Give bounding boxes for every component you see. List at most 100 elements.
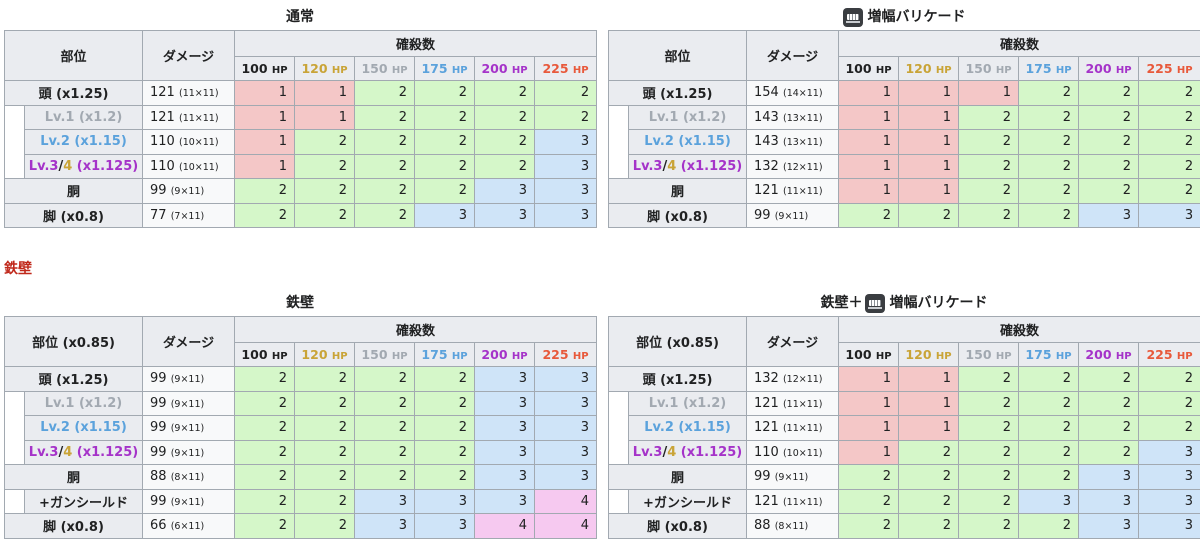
part-lv1: Lv.1 (x1.2) <box>627 104 748 130</box>
kill-cell: 3 <box>1018 488 1079 514</box>
header-row: 部位 ダメージ 確殺数 <box>3 30 598 81</box>
kill-cell: 2 <box>294 488 355 514</box>
kill-cell: 2 <box>1018 104 1080 130</box>
kill-cell: 3 <box>474 415 535 441</box>
kill-cell: 3 <box>533 415 598 441</box>
kill-cell: 2 <box>898 439 959 465</box>
kill-cell: 3 <box>534 153 598 179</box>
kill-cell: 3 <box>1137 439 1200 465</box>
kill-cell: 2 <box>294 390 355 416</box>
indent-spacer <box>608 488 629 514</box>
table-row: 頭 (x1.25) 154 (14×11) 1 1 1 2 2 2 <box>607 80 1200 106</box>
kill-cell: 3 <box>534 129 598 155</box>
hp-225-header: 225 HP <box>1138 56 1200 81</box>
kill-cell: 2 <box>354 415 415 441</box>
table-row: +ガンシールド 121 (11×11) 2 2 2 3 3 3 <box>608 488 1200 514</box>
damage-cell: 132 (12×11) <box>746 153 840 179</box>
hp-175-header: 175 HP <box>414 56 476 81</box>
kill-cell: 2 <box>838 202 900 228</box>
part-leg: 脚 (x0.8) <box>4 513 143 539</box>
kill-cell: 2 <box>958 366 1019 392</box>
kill-cell: 2 <box>354 178 416 204</box>
kill-cell: 1 <box>958 80 1020 106</box>
kill-cell: 3 <box>414 513 475 539</box>
damage-cell: 99 (9×11) <box>746 202 840 228</box>
kill-cell: 2 <box>958 390 1019 416</box>
hp-175-header: 175 HP <box>414 342 475 367</box>
hp-175-header: 175 HP <box>1018 56 1080 81</box>
table-row: 脚 (x0.8) 66 (6×11) 2 2 3 3 4 4 <box>4 513 598 539</box>
kill-cell: 2 <box>898 488 959 514</box>
kill-cell: 1 <box>234 153 296 179</box>
damage-cell: 88 (8×11) <box>142 464 235 490</box>
part-header: 部位 <box>3 30 144 81</box>
kill-cell: 2 <box>294 366 355 392</box>
hp-200-header: 200 HP <box>474 56 536 81</box>
part-lv3: Lv.3/4 (x1.125) <box>23 153 144 179</box>
kill-cell: 3 <box>354 488 415 514</box>
kill-cell: 3 <box>1078 488 1139 514</box>
kill-cell: 2 <box>294 415 355 441</box>
kill-cell: 2 <box>534 80 598 106</box>
kill-cell: 2 <box>958 415 1019 441</box>
damage-cell: 110 (10×11) <box>746 439 839 465</box>
kill-cell: 2 <box>234 366 295 392</box>
damage-cell: 143 (13×11) <box>746 129 840 155</box>
kill-cell: 2 <box>234 390 295 416</box>
caption-text: 通常 <box>286 9 314 25</box>
kill-cell: 1 <box>838 415 899 441</box>
kill-cell: 2 <box>1078 80 1140 106</box>
kill-cell: 2 <box>354 464 415 490</box>
table-tekiheki-amped-barricade: 鉄壁＋ 増幅バリケード 部位 (x0.85) ダメージ 確殺数 100 HP 1… <box>608 290 1200 539</box>
kill-cell: 2 <box>958 439 1019 465</box>
kill-cell: 1 <box>898 415 959 441</box>
kill-cell: 2 <box>294 439 355 465</box>
part-header: 部位 (x0.85) <box>608 316 747 367</box>
kill-cell: 2 <box>474 80 536 106</box>
kill-cell: 2 <box>294 202 356 228</box>
damage-header: ダメージ <box>746 30 840 81</box>
indent-spacer <box>4 104 25 179</box>
kill-cell: 2 <box>958 464 1019 490</box>
kill-cell: 2 <box>414 390 475 416</box>
table-row: 頭 (x1.25) 99 (9×11) 2 2 2 2 3 3 <box>4 366 598 392</box>
kill-cell: 3 <box>414 488 475 514</box>
damage-cell: 99 (9×11) <box>142 366 235 392</box>
shots-header: 確殺数 <box>838 30 1200 57</box>
kill-cell: 3 <box>1138 202 1200 228</box>
hp-120-header: 120 HP <box>898 56 960 81</box>
table-row: Lv.2 (x1.15) 99 (9×11) 2 2 2 2 3 3 <box>5 415 598 441</box>
kill-cell: 3 <box>533 366 598 392</box>
kill-cell: 2 <box>1018 366 1079 392</box>
hp-120-header: 120 HP <box>294 342 355 367</box>
kill-cell: 2 <box>354 153 416 179</box>
kill-cell: 2 <box>1138 153 1200 179</box>
hp-150-header: 150 HP <box>354 342 415 367</box>
table-row: 胴 99 (9×11) 2 2 2 2 3 3 <box>608 464 1200 490</box>
kill-cell: 3 <box>1137 513 1200 539</box>
kill-cell: 3 <box>474 202 536 228</box>
kill-cell: 2 <box>1078 129 1140 155</box>
damage-cell: 88 (8×11) <box>746 513 839 539</box>
kill-cell: 2 <box>1018 153 1080 179</box>
kill-cell: 1 <box>838 129 900 155</box>
kill-cell: 3 <box>533 464 598 490</box>
kill-cell: 2 <box>898 513 959 539</box>
damage-cell: 99 (9×11) <box>142 488 235 514</box>
indent-spacer <box>608 390 629 465</box>
kill-cell: 2 <box>1018 178 1080 204</box>
hp-100-header: 100 HP <box>234 56 296 81</box>
kill-cell: 2 <box>1018 439 1079 465</box>
kill-cell: 2 <box>1018 464 1079 490</box>
kill-cell: 2 <box>1018 513 1079 539</box>
kill-cell: 2 <box>1018 390 1079 416</box>
part-gunshield: +ガンシールド <box>628 488 747 514</box>
kill-cell: 2 <box>294 178 356 204</box>
kill-cell: 3 <box>533 390 598 416</box>
hp-200-header: 200 HP <box>1078 56 1140 81</box>
amped-barricade-icon <box>842 7 863 27</box>
damage-header: ダメージ <box>746 316 839 367</box>
kill-cell: 3 <box>1078 464 1139 490</box>
part-header: 部位 <box>607 30 748 81</box>
indent-spacer <box>608 104 629 179</box>
